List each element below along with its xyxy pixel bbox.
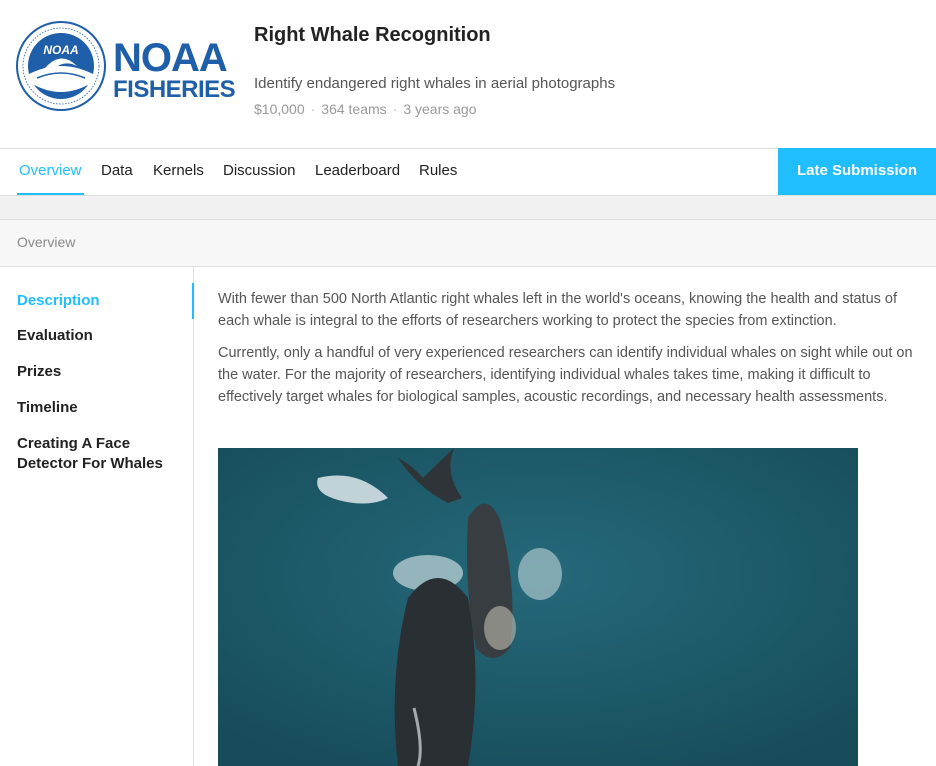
team-count: 364 teams	[321, 101, 387, 117]
noaa-emblem-icon: NOAA	[16, 21, 106, 111]
tab-kernels[interactable]: Kernels	[153, 149, 204, 195]
competition-header: NOAA NOAA FISHERIES Right Whale Recognit…	[0, 0, 936, 148]
noaa-fisheries-logo: NOAA NOAA FISHERIES	[15, 20, 236, 120]
prize-amount: $10,000	[254, 101, 305, 117]
tab-discussion[interactable]: Discussion	[223, 149, 296, 195]
competition-tabs: Overview Data Kernels Discussion Leaderb…	[0, 148, 936, 196]
competition-meta: $10,000 · 364 teams · 3 years ago	[254, 101, 477, 117]
description-paragraph-1: With fewer than 500 North Atlantic right…	[218, 291, 898, 329]
logo-line1: NOAA	[113, 36, 228, 80]
section-label: Overview	[17, 234, 76, 250]
late-submission-button[interactable]: Late Submission	[778, 148, 936, 195]
sidebar-item-face-detector[interactable]: Creating A Face Detector For Whales	[0, 434, 170, 474]
tab-overview[interactable]: Overview	[17, 149, 84, 195]
competition-title: Right Whale Recognition	[254, 24, 491, 46]
overview-sidebar: Description Evaluation Prizes Timeline C…	[0, 267, 194, 766]
sidebar-item-evaluation[interactable]: Evaluation	[0, 326, 194, 346]
svg-text:NOAA: NOAA	[43, 43, 78, 57]
tab-data[interactable]: Data	[101, 149, 133, 195]
section-header: Overview	[0, 219, 936, 267]
divider	[0, 196, 936, 220]
noaa-fisheries-wordmark: NOAA FISHERIES	[113, 36, 236, 103]
meta-separator: ·	[310, 101, 316, 117]
description-paragraph-2: Currently, only a handful of very experi…	[218, 345, 913, 405]
logo-line2: FISHERIES	[113, 76, 236, 103]
competition-subtitle: Identify endangered right whales in aeri…	[254, 75, 616, 92]
description-content: With fewer than 500 North Atlantic right…	[218, 288, 918, 418]
tab-rules[interactable]: Rules	[419, 149, 457, 195]
whale-aerial-photo	[218, 448, 858, 766]
meta-separator: ·	[392, 101, 398, 117]
competition-age: 3 years ago	[403, 101, 477, 117]
sidebar-item-timeline[interactable]: Timeline	[0, 398, 194, 418]
tab-leaderboard[interactable]: Leaderboard	[315, 149, 400, 195]
sidebar-item-prizes[interactable]: Prizes	[0, 362, 194, 382]
sidebar-item-description[interactable]: Description	[0, 283, 194, 319]
